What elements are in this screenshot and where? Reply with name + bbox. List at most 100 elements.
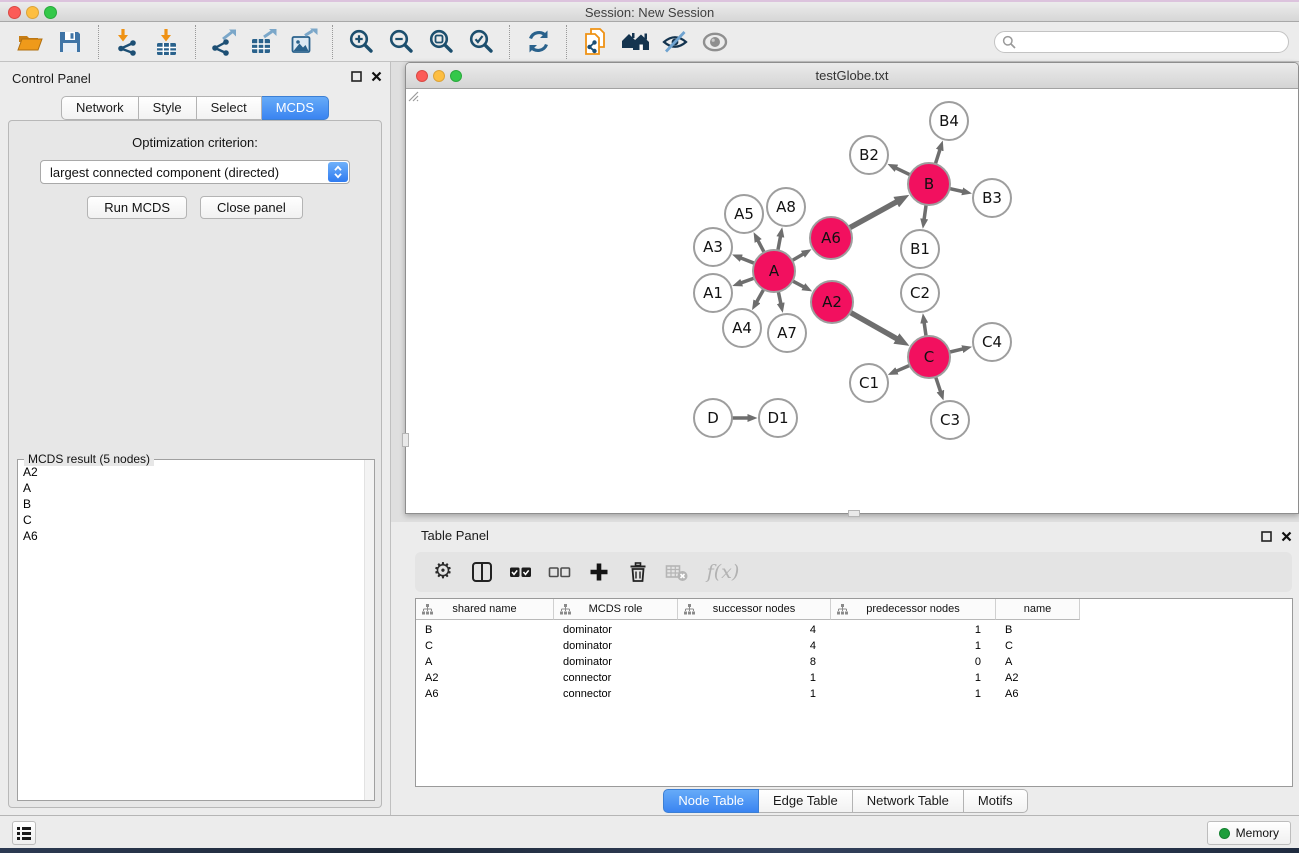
cell-name[interactable]: A [996, 654, 1080, 670]
cell-successor-nodes[interactable]: 8 [678, 654, 831, 670]
mcds-result-item[interactable]: B [23, 496, 374, 512]
column-header-name[interactable]: name [996, 599, 1080, 620]
float-panel-icon[interactable] [351, 71, 362, 82]
graph-edge-A-A8[interactable] [778, 236, 781, 250]
tab-edge-table[interactable]: Edge Table [759, 789, 853, 813]
table-row[interactable]: A6connector11A6 [416, 686, 1292, 702]
graph-edge-B-B2[interactable] [896, 168, 910, 175]
graph-node-A3[interactable]: A3 [694, 228, 732, 266]
graph-edge-A2-C[interactable] [850, 312, 897, 338]
graph-node-C2[interactable]: C2 [901, 274, 939, 312]
graph-node-B[interactable]: B [908, 163, 950, 205]
left-scrollbar-thumb[interactable] [402, 433, 409, 447]
bottom-scrollbar-thumb[interactable] [848, 510, 860, 517]
open-session-button[interactable] [13, 25, 47, 59]
cell-name[interactable]: A2 [996, 670, 1080, 686]
mcds-result-item[interactable]: A6 [23, 528, 374, 544]
graph-edge-C-C2[interactable] [924, 323, 926, 336]
column-header-shared-name[interactable]: shared name [416, 599, 554, 620]
tab-node-table[interactable]: Node Table [663, 789, 759, 813]
table-row[interactable]: Cdominator41C [416, 638, 1292, 654]
graph-node-A[interactable]: A [753, 250, 795, 292]
table-row[interactable]: Bdominator41B [416, 622, 1292, 638]
graph-edge-A-A3[interactable] [741, 258, 755, 263]
graph-node-C1[interactable]: C1 [850, 364, 888, 402]
graph-edge-C-C4[interactable] [949, 349, 962, 352]
export-table-button[interactable] [247, 25, 281, 59]
column-header-predecessor-nodes[interactable]: predecessor nodes [831, 599, 996, 620]
cell-successor-nodes[interactable]: 4 [678, 622, 831, 638]
cell-shared-name[interactable]: B [416, 622, 554, 638]
graph-edge-C-C3[interactable] [936, 377, 941, 392]
memory-button[interactable]: Memory [1207, 821, 1291, 845]
cell-MCDS-role[interactable]: connector [554, 686, 678, 702]
import-network-button[interactable] [110, 25, 144, 59]
graph-node-A5[interactable]: A5 [725, 195, 763, 233]
cell-successor-nodes[interactable]: 1 [678, 670, 831, 686]
graph-edge-B-B1[interactable] [924, 205, 926, 219]
cell-name[interactable]: B [996, 622, 1080, 638]
export-network-button[interactable] [207, 25, 241, 59]
mcds-result-list[interactable]: A2ABCA6 [18, 460, 374, 800]
graph-node-B3[interactable]: B3 [973, 179, 1011, 217]
close-panel-icon[interactable] [371, 71, 382, 82]
table-row[interactable]: Adominator80A [416, 654, 1292, 670]
tab-mcds[interactable]: MCDS [262, 96, 329, 120]
cell-shared-name[interactable]: C [416, 638, 554, 654]
graph-node-A4[interactable]: A4 [723, 309, 761, 347]
table-settings-button[interactable]: ⚙ [428, 557, 458, 587]
cell-MCDS-role[interactable]: dominator [554, 638, 678, 654]
resize-grip-icon[interactable] [406, 89, 419, 102]
add-column-button[interactable] [584, 557, 614, 587]
network-document-button[interactable] [578, 25, 612, 59]
home-button[interactable] [618, 25, 652, 59]
column-header-successor-nodes[interactable]: successor nodes [678, 599, 831, 620]
graph-edge-A-A6[interactable] [792, 254, 803, 260]
graph-node-A7[interactable]: A7 [768, 314, 806, 352]
graph-edge-B-B3[interactable] [949, 189, 962, 192]
refresh-button[interactable] [521, 25, 555, 59]
close-panel-icon[interactable] [1281, 531, 1292, 542]
graph-node-A6[interactable]: A6 [810, 217, 852, 259]
graph-edge-A-A2[interactable] [793, 281, 804, 287]
show-graphics-details-button[interactable] [698, 25, 732, 59]
graph-edge-A-A4[interactable] [757, 289, 764, 302]
tab-motifs[interactable]: Motifs [964, 789, 1028, 813]
graph-edge-A-A5[interactable] [758, 241, 764, 253]
graph-edge-B-B4[interactable] [935, 150, 940, 164]
task-history-button[interactable] [12, 821, 36, 845]
cell-predecessor-nodes[interactable]: 1 [831, 686, 996, 702]
cell-name[interactable]: C [996, 638, 1080, 654]
cell-successor-nodes[interactable]: 4 [678, 638, 831, 654]
select-all-button[interactable] [506, 557, 536, 587]
graph-node-A8[interactable]: A8 [767, 188, 805, 226]
delete-column-button[interactable] [623, 557, 653, 587]
deselect-all-button[interactable] [545, 557, 575, 587]
close-panel-button[interactable]: Close panel [200, 196, 303, 219]
hide-graphics-details-button[interactable] [658, 25, 692, 59]
graph-node-B4[interactable]: B4 [930, 102, 968, 140]
column-header-MCDS-role[interactable]: MCDS role [554, 599, 678, 620]
save-session-button[interactable] [53, 25, 87, 59]
graph-node-C3[interactable]: C3 [931, 401, 969, 439]
criterion-dropdown[interactable]: largest connected component (directed) [40, 160, 350, 184]
graph-node-B2[interactable]: B2 [850, 136, 888, 174]
graph-node-C4[interactable]: C4 [973, 323, 1011, 361]
cell-shared-name[interactable]: A2 [416, 670, 554, 686]
graph-edge-A-A1[interactable] [741, 278, 754, 283]
tab-style[interactable]: Style [139, 96, 197, 120]
cell-shared-name[interactable]: A6 [416, 686, 554, 702]
tab-network[interactable]: Network [61, 96, 139, 120]
mcds-result-item[interactable]: A2 [23, 464, 374, 480]
graph-node-D1[interactable]: D1 [759, 399, 797, 437]
graph-node-B1[interactable]: B1 [901, 230, 939, 268]
cell-shared-name[interactable]: A [416, 654, 554, 670]
cell-name[interactable]: A6 [996, 686, 1080, 702]
zoom-fit-button[interactable] [424, 25, 458, 59]
cell-predecessor-nodes[interactable]: 1 [831, 622, 996, 638]
graph-node-A2[interactable]: A2 [811, 281, 853, 323]
table-row[interactable]: A2connector11A2 [416, 670, 1292, 686]
run-mcds-button[interactable]: Run MCDS [87, 196, 187, 219]
tab-network-table[interactable]: Network Table [853, 789, 964, 813]
mcds-result-item[interactable]: C [23, 512, 374, 528]
